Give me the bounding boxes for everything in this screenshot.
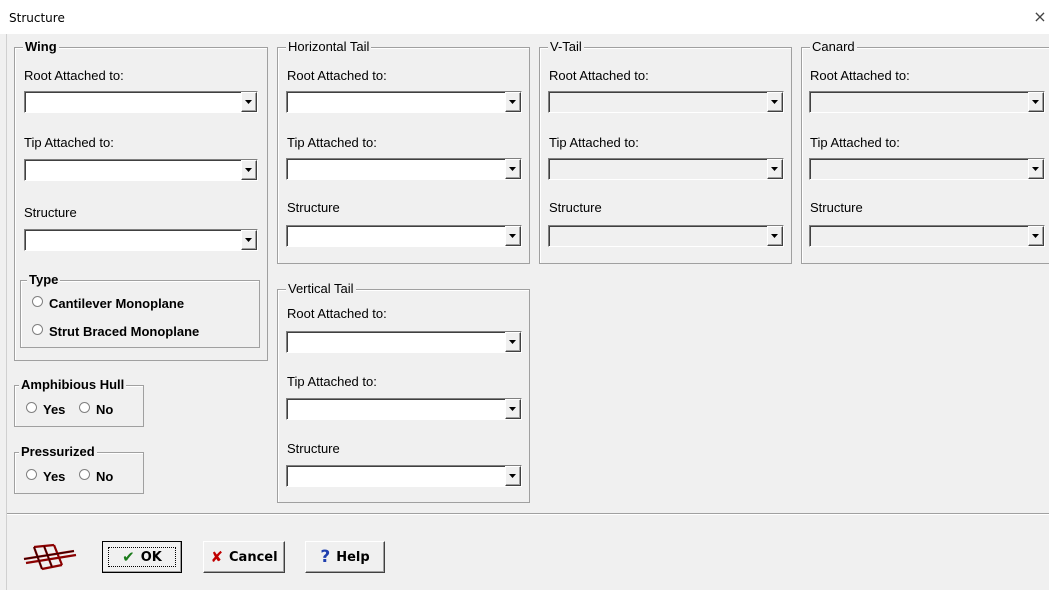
amphibious-hull-options: Yes No <box>26 402 123 417</box>
radio-label: No <box>96 402 114 417</box>
horizontal-tail-structure-combo[interactable] <box>286 225 522 247</box>
chevron-down-icon <box>1028 159 1044 179</box>
chevron-down-icon[interactable] <box>505 159 521 179</box>
canard-root-label: Root Attached to: <box>810 68 910 83</box>
chevron-down-icon <box>767 92 783 112</box>
radio-label: Yes <box>43 402 66 417</box>
chevron-down-icon <box>1028 226 1044 246</box>
chevron-down-icon[interactable] <box>505 332 521 352</box>
close-button[interactable]: × <box>1030 5 1049 29</box>
chevron-down-icon[interactable] <box>505 92 521 112</box>
window-left-edge <box>6 34 7 590</box>
radio-strut-braced-monoplane[interactable]: Strut Braced Monoplane <box>32 324 199 339</box>
pressurized-options: Yes No <box>26 469 123 484</box>
chevron-down-icon[interactable] <box>241 160 257 180</box>
title-bar: Structure × <box>0 0 1049 34</box>
wing-root-label: Root Attached to: <box>24 68 124 83</box>
vertical-tail-root-label: Root Attached to: <box>287 306 387 321</box>
radio-icon[interactable] <box>32 324 43 335</box>
airframe-structure-icon <box>22 543 78 571</box>
wing-root-combo[interactable] <box>24 91 258 113</box>
horizontal-tail-structure-label: Structure <box>287 200 340 215</box>
radio-label: Cantilever Monoplane <box>49 296 185 311</box>
vertical-tail-structure-combo[interactable] <box>286 465 522 487</box>
footer-divider <box>7 513 1049 515</box>
horizontal-tail-tip-combo[interactable] <box>286 158 522 180</box>
canard-tip-combo <box>809 158 1045 180</box>
v-tail-structure-label: Structure <box>549 200 602 215</box>
canard-root-combo <box>809 91 1045 113</box>
x-icon: ✘ <box>210 547 224 566</box>
v-tail-title: V-Tail <box>548 39 584 54</box>
radio-icon[interactable] <box>79 469 91 480</box>
horizontal-tail-title: Horizontal Tail <box>286 39 372 54</box>
wing-tip-combo[interactable] <box>24 159 258 181</box>
pressurized-title: Pressurized <box>19 444 97 459</box>
chevron-down-icon[interactable] <box>241 92 257 112</box>
horizontal-tail-root-label: Root Attached to: <box>287 68 387 83</box>
vertical-tail-tip-combo[interactable] <box>286 398 522 420</box>
cancel-label: Cancel <box>229 549 278 565</box>
canard-structure-label: Structure <box>810 200 863 215</box>
radio-cantilever-monoplane[interactable]: Cantilever Monoplane <box>32 296 184 311</box>
wing-group-title: Wing <box>23 39 59 54</box>
radio-pressurized-yes[interactable]: Yes <box>26 469 65 484</box>
vertical-tail-title: Vertical Tail <box>286 281 356 296</box>
canard-tip-label: Tip Attached to: <box>810 135 900 150</box>
radio-icon[interactable] <box>26 469 37 480</box>
chevron-down-icon <box>1028 92 1044 112</box>
v-tail-structure-combo <box>548 225 784 247</box>
vertical-tail-structure-label: Structure <box>287 441 340 456</box>
wing-tip-label: Tip Attached to: <box>24 135 114 150</box>
question-mark-icon: ? <box>320 546 331 567</box>
v-tail-root-label: Root Attached to: <box>549 68 649 83</box>
ok-button[interactable]: ✔ OK <box>102 541 182 573</box>
canard-title: Canard <box>810 39 857 54</box>
vertical-tail-tip-label: Tip Attached to: <box>287 374 377 389</box>
chevron-down-icon[interactable] <box>505 226 521 246</box>
chevron-down-icon <box>767 226 783 246</box>
canard-structure-combo <box>809 225 1045 247</box>
radio-icon[interactable] <box>32 296 43 307</box>
horizontal-tail-tip-label: Tip Attached to: <box>287 135 377 150</box>
radio-label: No <box>96 469 114 484</box>
radio-amphibious-no[interactable]: No <box>79 402 113 417</box>
chevron-down-icon[interactable] <box>241 230 257 250</box>
wing-type-title: Type <box>27 272 61 287</box>
chevron-down-icon <box>767 159 783 179</box>
help-label: Help <box>336 549 370 565</box>
radio-amphibious-yes[interactable]: Yes <box>26 402 65 417</box>
v-tail-root-combo <box>548 91 784 113</box>
radio-icon[interactable] <box>26 402 37 413</box>
amphibious-hull-title: Amphibious Hull <box>19 377 127 392</box>
cancel-button[interactable]: ✘ Cancel <box>203 541 285 573</box>
radio-pressurized-no[interactable]: No <box>79 469 113 484</box>
wing-structure-combo[interactable] <box>24 229 258 251</box>
focus-rect <box>108 547 176 567</box>
chevron-down-icon[interactable] <box>505 399 521 419</box>
chevron-down-icon[interactable] <box>505 466 521 486</box>
wing-structure-label: Structure <box>24 205 77 220</box>
window-title: Structure <box>9 11 65 25</box>
v-tail-tip-label: Tip Attached to: <box>549 135 639 150</box>
vertical-tail-root-combo[interactable] <box>286 331 522 353</box>
radio-icon[interactable] <box>79 402 91 413</box>
horizontal-tail-root-combo[interactable] <box>286 91 522 113</box>
v-tail-tip-combo <box>548 158 784 180</box>
help-button[interactable]: ? Help <box>305 541 385 573</box>
radio-label: Strut Braced Monoplane <box>49 324 200 339</box>
radio-label: Yes <box>43 469 66 484</box>
